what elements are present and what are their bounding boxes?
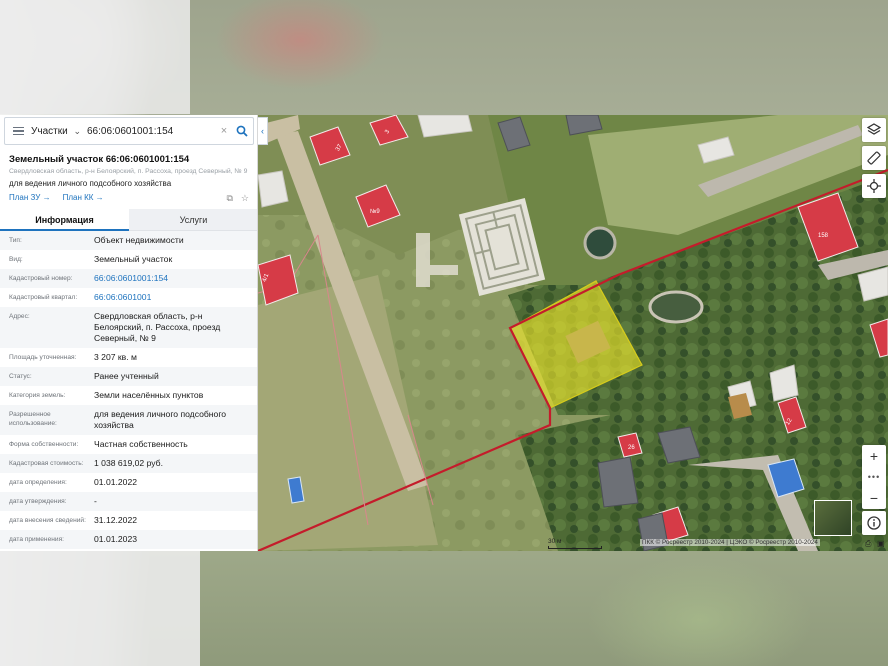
property-value: Земли населённых пунктов bbox=[94, 390, 204, 400]
collapse-panel-button[interactable]: ‹ bbox=[258, 117, 268, 145]
property-value[interactable]: 66:06:0601001:154 bbox=[94, 273, 254, 284]
property-key: дата утверждения: bbox=[9, 498, 67, 505]
zoom-out-icon[interactable]: − bbox=[870, 490, 878, 506]
layers-button[interactable] bbox=[862, 118, 886, 142]
tab-services[interactable]: Услуги bbox=[129, 209, 257, 231]
plan-zu-label: План ЗУ bbox=[9, 193, 41, 202]
property-key: Разрешенное использование: bbox=[9, 411, 57, 427]
property-key: Тип: bbox=[9, 237, 22, 244]
map-view[interactable]: 37 3 №9 4/1 158 12 26 bbox=[258, 115, 888, 551]
zoom-control: + ••• − bbox=[862, 445, 886, 509]
menu-icon[interactable] bbox=[5, 118, 31, 144]
property-key: дата применения: bbox=[9, 536, 64, 543]
object-use: для ведения личного подсобного хозяйства bbox=[9, 179, 172, 188]
background-bottom-left bbox=[0, 551, 200, 666]
property-key: Кадастровый квартал: bbox=[9, 294, 78, 301]
property-value: Свердловская область, р-н Белоярский, п.… bbox=[94, 311, 221, 343]
property-value: 3 207 кв. м bbox=[94, 352, 137, 362]
property-value: Частная собственность bbox=[94, 439, 188, 449]
zoom-in-icon[interactable]: + bbox=[870, 448, 878, 464]
property-value: - bbox=[94, 496, 97, 506]
object-type-select[interactable]: Участки ⌄ bbox=[31, 126, 87, 137]
property-key: Категория земель: bbox=[9, 392, 66, 399]
panel-tabs: Информация Услуги bbox=[0, 209, 257, 231]
object-title: Земельный участок 66:06:0601001:154 bbox=[9, 154, 190, 165]
house-label: 26 bbox=[628, 445, 635, 451]
app-frame: 37 3 №9 4/1 158 12 26 + ••• − 30 м ПКК ©… bbox=[0, 115, 888, 551]
tab-information[interactable]: Информация bbox=[0, 209, 129, 231]
object-address: Свердловская область, р-н Белоярский, п.… bbox=[9, 168, 248, 175]
property-list: Тип: Объект недвижимости Вид: Земельный уча… bbox=[0, 231, 257, 549]
property-value: 01.01.2022 bbox=[94, 477, 138, 487]
search-input[interactable]: 66:06:0601001:154 bbox=[87, 126, 217, 137]
chevron-left-icon: ‹ bbox=[261, 126, 264, 136]
scale-bar bbox=[548, 546, 602, 549]
ruler-icon bbox=[867, 151, 881, 165]
object-actions: ⧉ ☆ bbox=[226, 193, 249, 204]
property-key: Кадастровый номер: bbox=[9, 275, 73, 282]
property-row: Кадастровый номер: 66:06:0601001:154 bbox=[0, 269, 257, 288]
property-row: дата определения: 01.01.2022 bbox=[0, 473, 257, 492]
property-row: Кадастровый квартал: 66:06:0601001 bbox=[0, 288, 257, 307]
fullscreen-icon[interactable]: ▣ bbox=[877, 539, 885, 548]
info-panel: Участки ⌄ 66:06:0601001:154 × Земельный … bbox=[0, 115, 258, 551]
scale-label: 30 м bbox=[548, 538, 562, 545]
property-row: дата утверждения: - bbox=[0, 492, 257, 511]
satellite-map bbox=[258, 115, 888, 551]
property-row: Тип: Объект недвижимости bbox=[0, 231, 257, 250]
locate-button[interactable] bbox=[862, 174, 886, 198]
property-value: Ранее учтенный bbox=[94, 371, 159, 381]
property-key: дата определения: bbox=[9, 479, 67, 486]
property-key: Площадь уточненная: bbox=[9, 354, 77, 361]
star-icon[interactable]: ☆ bbox=[241, 193, 249, 204]
property-row: Статус: Ранее учтенный bbox=[0, 367, 257, 386]
property-value: Земельный участок bbox=[94, 254, 173, 264]
property-row: дата применения: 01.01.2023 bbox=[0, 530, 257, 549]
search-icon bbox=[236, 125, 248, 137]
property-value[interactable]: 66:06:0601001 bbox=[94, 292, 254, 303]
info-icon bbox=[867, 516, 881, 530]
property-row: Категория земель: Земли населённых пункто… bbox=[0, 386, 257, 405]
plan-zu-link[interactable]: План ЗУ → bbox=[9, 193, 51, 202]
info-button[interactable] bbox=[862, 511, 886, 535]
ruler-button[interactable] bbox=[862, 146, 886, 170]
property-row: Форма собственности: Частная собственност… bbox=[0, 435, 257, 454]
house-label: №9 bbox=[370, 209, 380, 215]
plan-links: План ЗУ → План КК → bbox=[9, 193, 104, 202]
property-key: Статус: bbox=[9, 373, 32, 380]
property-value: 01.01.2023 bbox=[94, 534, 138, 544]
property-value: 1 038 619,02 руб. bbox=[94, 458, 163, 468]
property-row: Разрешенное использование: для ведения ли… bbox=[0, 405, 257, 435]
map-attribution: ПКК © Росреестр 2010-2024 | ЦЭКО © Росре… bbox=[640, 539, 820, 546]
property-row: Адрес: Свердловская область, р-н Белоярск… bbox=[0, 307, 257, 348]
property-key: Вид: bbox=[9, 256, 23, 263]
property-value: 31.12.2022 bbox=[94, 515, 138, 525]
locate-icon bbox=[867, 179, 881, 193]
plan-kk-link[interactable]: План КК → bbox=[63, 193, 104, 202]
layers-icon bbox=[867, 123, 881, 135]
chevron-down-icon: ⌄ bbox=[73, 125, 81, 136]
plan-kk-label: План КК bbox=[62, 193, 94, 202]
property-key: дата внесения сведений: bbox=[9, 517, 86, 524]
clear-icon[interactable]: × bbox=[217, 125, 231, 137]
search-bar: Участки ⌄ 66:06:0601001:154 × bbox=[4, 117, 254, 145]
search-button[interactable] bbox=[231, 118, 253, 144]
property-value: для ведения личного подсобного хозяйства bbox=[94, 409, 227, 430]
property-key: Форма собственности: bbox=[9, 441, 79, 448]
property-row: Площадь уточненная: 3 207 кв. м bbox=[0, 348, 257, 367]
overview-minimap[interactable] bbox=[814, 500, 852, 536]
property-row: дата внесения сведений: 31.12.2022 bbox=[0, 511, 257, 530]
property-key: Адрес: bbox=[9, 313, 30, 320]
object-type-label: Участки bbox=[31, 125, 68, 137]
property-value: Объект недвижимости bbox=[94, 235, 184, 245]
property-row: Вид: Земельный участок bbox=[0, 250, 257, 269]
copy-icon[interactable]: ⧉ bbox=[226, 193, 232, 204]
print-icon[interactable]: ⎙ bbox=[865, 539, 871, 549]
background-top-left bbox=[0, 0, 190, 114]
zoom-more-icon[interactable]: ••• bbox=[868, 473, 880, 482]
property-row: Кадастровая стоимость: 1 038 619,02 руб. bbox=[0, 454, 257, 473]
property-key: Кадастровая стоимость: bbox=[9, 460, 84, 467]
house-label: 158 bbox=[818, 233, 829, 239]
